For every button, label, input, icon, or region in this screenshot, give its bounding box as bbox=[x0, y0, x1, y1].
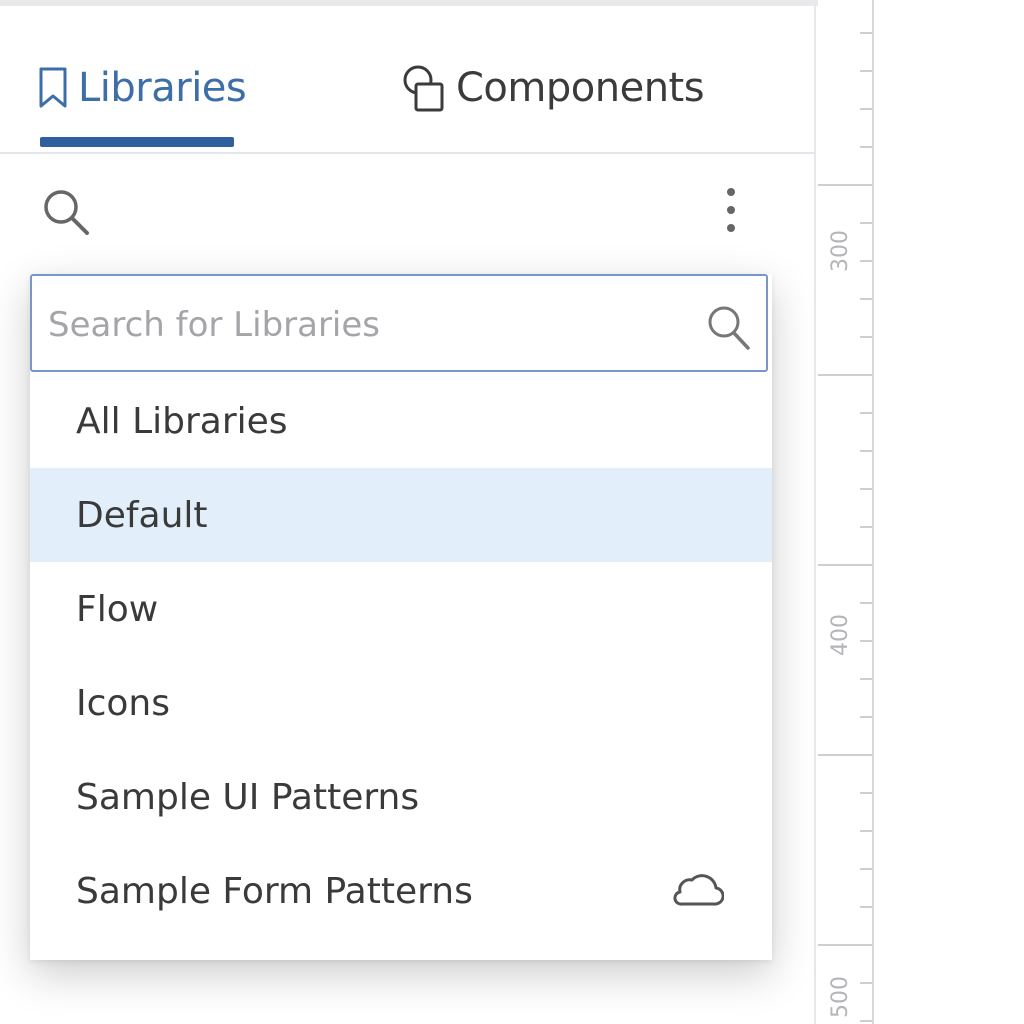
library-dropdown: All Libraries Default Flow Icons Sample … bbox=[30, 274, 772, 960]
ruler-tick bbox=[860, 716, 872, 718]
ruler-tick bbox=[860, 146, 872, 148]
ruler-tick bbox=[860, 830, 872, 832]
list-item-sample-ui-patterns[interactable]: Sample UI Patterns bbox=[30, 750, 772, 844]
ruler-label: 300 bbox=[828, 230, 853, 272]
ruler-tick bbox=[860, 260, 872, 262]
tab-components[interactable]: Components bbox=[400, 58, 705, 118]
ruler-tick bbox=[860, 678, 872, 680]
list-item-label: Flow bbox=[76, 588, 159, 630]
active-tab-indicator bbox=[40, 137, 234, 147]
ruler-tick bbox=[818, 564, 872, 566]
ruler-tick bbox=[860, 450, 872, 452]
tab-libraries-label: Libraries bbox=[78, 65, 247, 111]
list-item-label: Sample UI Patterns bbox=[76, 776, 420, 818]
bookmark-icon bbox=[39, 67, 67, 108]
ruler-tick bbox=[860, 906, 872, 908]
ruler-tick bbox=[860, 222, 872, 224]
ruler-tick bbox=[860, 336, 872, 338]
list-item-flow[interactable]: Flow bbox=[30, 562, 772, 656]
ruler-tick bbox=[860, 640, 872, 642]
ruler-tick bbox=[860, 488, 872, 490]
kebab-menu-icon[interactable] bbox=[714, 182, 748, 242]
ruler-tick bbox=[860, 412, 872, 414]
vertical-ruler: 300 400 500 bbox=[818, 0, 874, 1024]
list-item-icons[interactable]: Icons bbox=[30, 656, 772, 750]
search-icon[interactable] bbox=[40, 186, 92, 238]
list-item-default[interactable]: Default bbox=[30, 468, 772, 562]
list-item-label: Default bbox=[76, 494, 208, 536]
ruler-tick bbox=[818, 184, 872, 186]
ruler-tick bbox=[860, 982, 872, 984]
library-list: All Libraries Default Flow Icons Sample … bbox=[30, 374, 772, 938]
ruler-tick bbox=[860, 792, 872, 794]
tab-libraries[interactable]: Libraries bbox=[36, 58, 247, 118]
ruler-tick bbox=[860, 868, 872, 870]
ruler-tick bbox=[860, 602, 872, 604]
ruler-label: 400 bbox=[828, 614, 853, 656]
ruler-tick bbox=[860, 298, 872, 300]
ruler-tick bbox=[860, 32, 872, 34]
list-item-label: All Libraries bbox=[76, 400, 288, 442]
list-item-label: Sample Form Patterns bbox=[76, 870, 473, 912]
tab-bar: Libraries Components bbox=[0, 6, 814, 154]
list-item-label: Icons bbox=[76, 682, 171, 724]
ruler-tick bbox=[818, 944, 872, 946]
ruler-tick bbox=[860, 108, 872, 110]
components-icon bbox=[403, 65, 444, 112]
ruler-tick bbox=[860, 526, 872, 528]
ruler-tick bbox=[860, 70, 872, 72]
ruler-tick bbox=[818, 754, 872, 756]
cloud-icon bbox=[673, 874, 724, 906]
tab-components-label: Components bbox=[456, 65, 705, 111]
list-item-sample-form-patterns[interactable]: Sample Form Patterns bbox=[30, 844, 772, 938]
ruler-tick bbox=[860, 1020, 872, 1022]
library-search-box bbox=[30, 274, 768, 372]
ruler-tick bbox=[818, 374, 872, 376]
ruler-label: 500 bbox=[828, 976, 853, 1018]
library-search-input[interactable] bbox=[46, 296, 690, 354]
search-icon[interactable] bbox=[704, 302, 752, 354]
libraries-panel: Libraries Components All L bbox=[0, 0, 818, 1024]
list-item-all-libraries[interactable]: All Libraries bbox=[30, 374, 772, 468]
